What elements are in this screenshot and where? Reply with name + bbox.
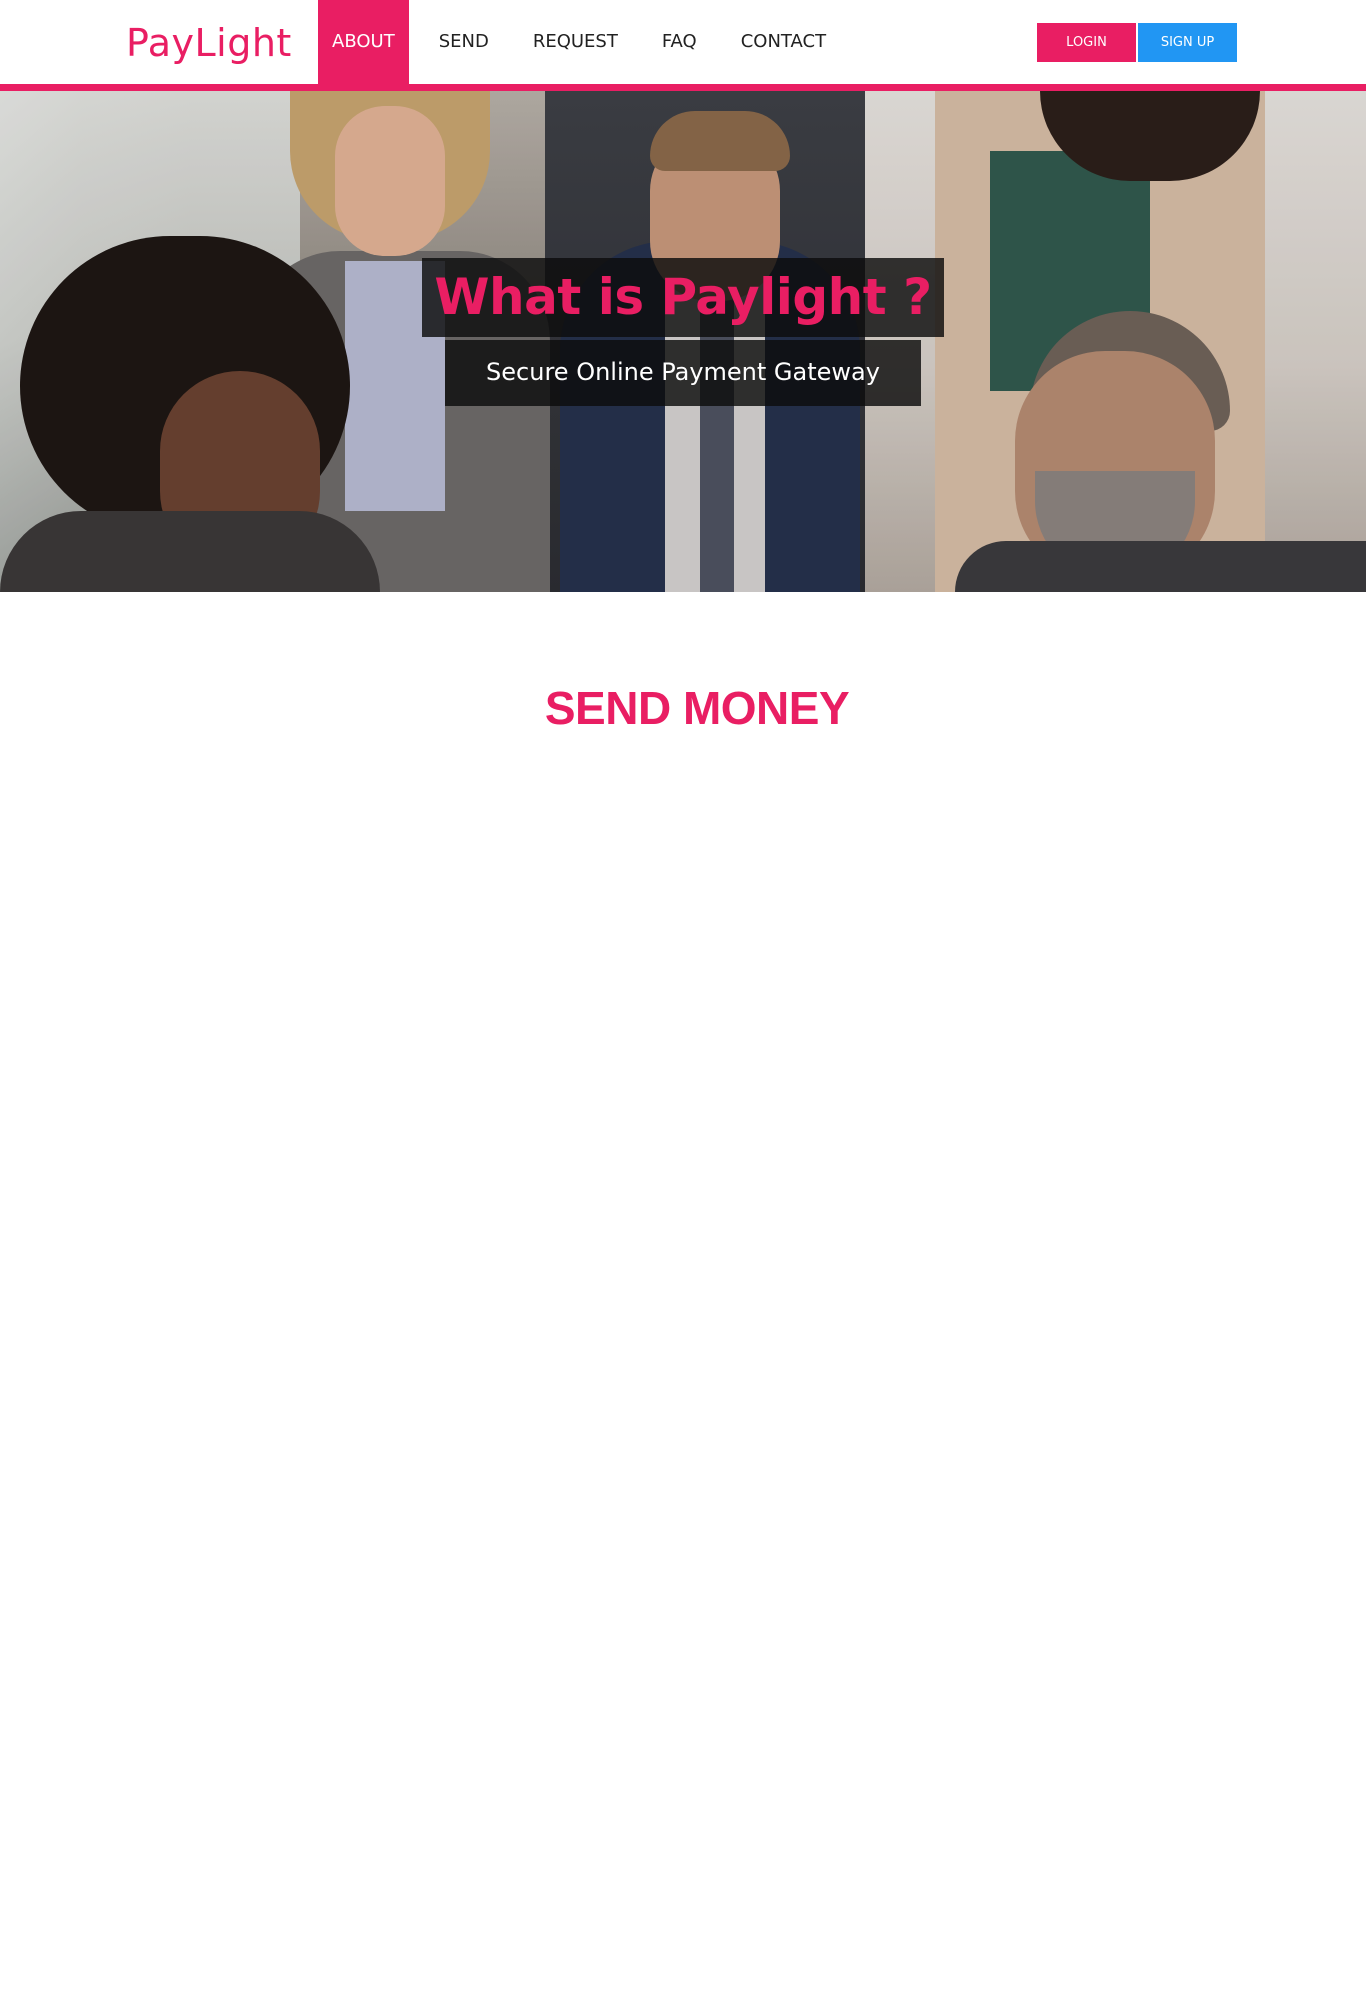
brand-logo[interactable]: PayLight xyxy=(126,18,292,68)
nav-item-contact[interactable]: CONTACT xyxy=(719,0,848,86)
nav-item-about[interactable]: ABOUT xyxy=(318,0,409,86)
header-accent-bar xyxy=(0,84,1366,91)
login-button[interactable]: LOGIN xyxy=(1037,23,1136,62)
site-header: PayLight ABOUT SEND REQUEST FAQ CONTACT … xyxy=(0,0,1366,86)
hero-subtitle-box: Secure Online Payment Gateway xyxy=(445,340,921,406)
hero-banner: What is Paylight ? Secure Online Payment… xyxy=(0,91,1366,592)
hero-title-box: What is Paylight ? xyxy=(422,258,944,337)
signup-button[interactable]: SIGN UP xyxy=(1138,23,1237,62)
auth-buttons: LOGIN SIGN UP xyxy=(1037,23,1237,62)
section-title-send-money: SEND MONEY xyxy=(544,682,850,735)
main-nav: ABOUT SEND REQUEST FAQ CONTACT xyxy=(318,0,848,86)
nav-item-send[interactable]: SEND xyxy=(417,0,511,86)
nav-item-faq[interactable]: FAQ xyxy=(640,0,719,86)
nav-item-request[interactable]: REQUEST xyxy=(511,0,640,86)
hero-subtitle: Secure Online Payment Gateway xyxy=(486,358,880,386)
hero-title: What is Paylight ? xyxy=(434,268,932,326)
